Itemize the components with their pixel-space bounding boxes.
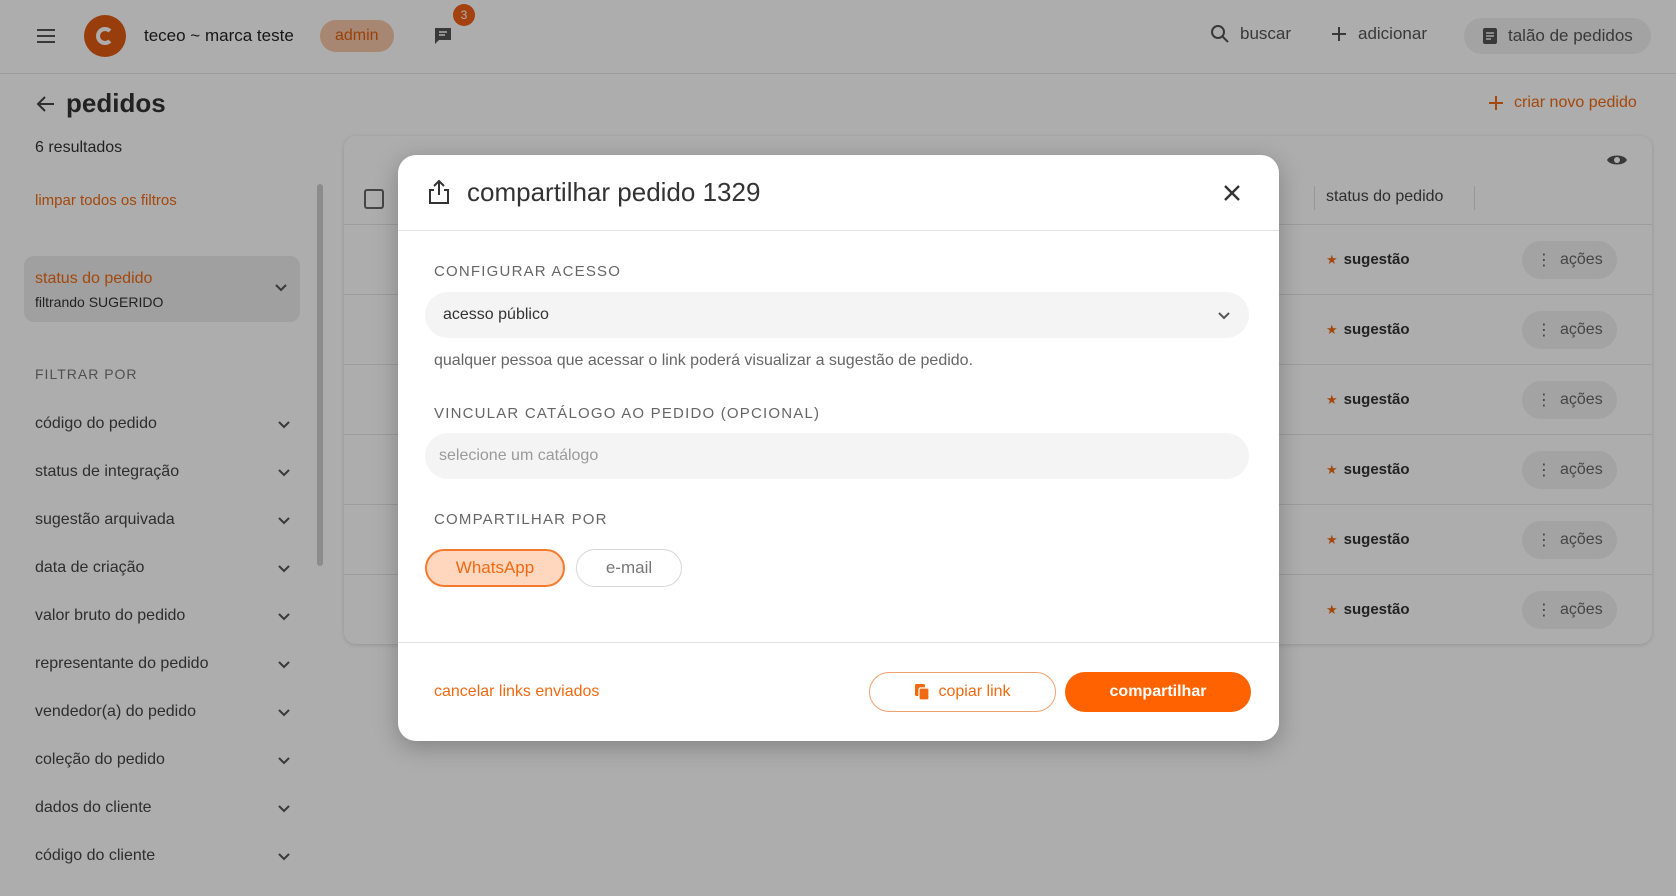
chevron-down-icon <box>1218 312 1230 320</box>
access-select-value: acesso público <box>443 306 549 323</box>
share-order-dialog: compartilhar pedido 1329 CONFIGURAR ACES… <box>398 155 1279 741</box>
dialog-title: compartilhar pedido 1329 <box>467 177 761 207</box>
dialog-divider <box>398 642 1279 643</box>
access-helper-text: qualquer pessoa que acessar o link poder… <box>434 352 974 369</box>
share-button[interactable]: compartilhar <box>1065 672 1251 712</box>
email-channel-chip[interactable]: e-mail <box>576 549 682 587</box>
dialog-header: compartilhar pedido 1329 <box>398 155 1279 231</box>
whatsapp-channel-chip[interactable]: WhatsApp <box>425 549 565 587</box>
copy-link-button[interactable]: copiar link <box>869 672 1056 712</box>
share-by-section-label: COMPARTILHAR POR <box>434 511 608 528</box>
access-section-label: CONFIGURAR ACESSO <box>434 263 622 280</box>
close-icon[interactable] <box>1220 181 1244 205</box>
copy-link-label: copiar link <box>938 683 1011 700</box>
share-icon <box>429 179 449 204</box>
catalog-section-label: VINCULAR CATÁLOGO AO PEDIDO (OPCIONAL) <box>434 405 821 422</box>
catalog-select[interactable] <box>425 433 1249 479</box>
access-select[interactable]: acesso público <box>425 292 1249 338</box>
cancel-sent-links-link[interactable]: cancelar links enviados <box>434 683 599 701</box>
copy-icon <box>915 684 931 701</box>
